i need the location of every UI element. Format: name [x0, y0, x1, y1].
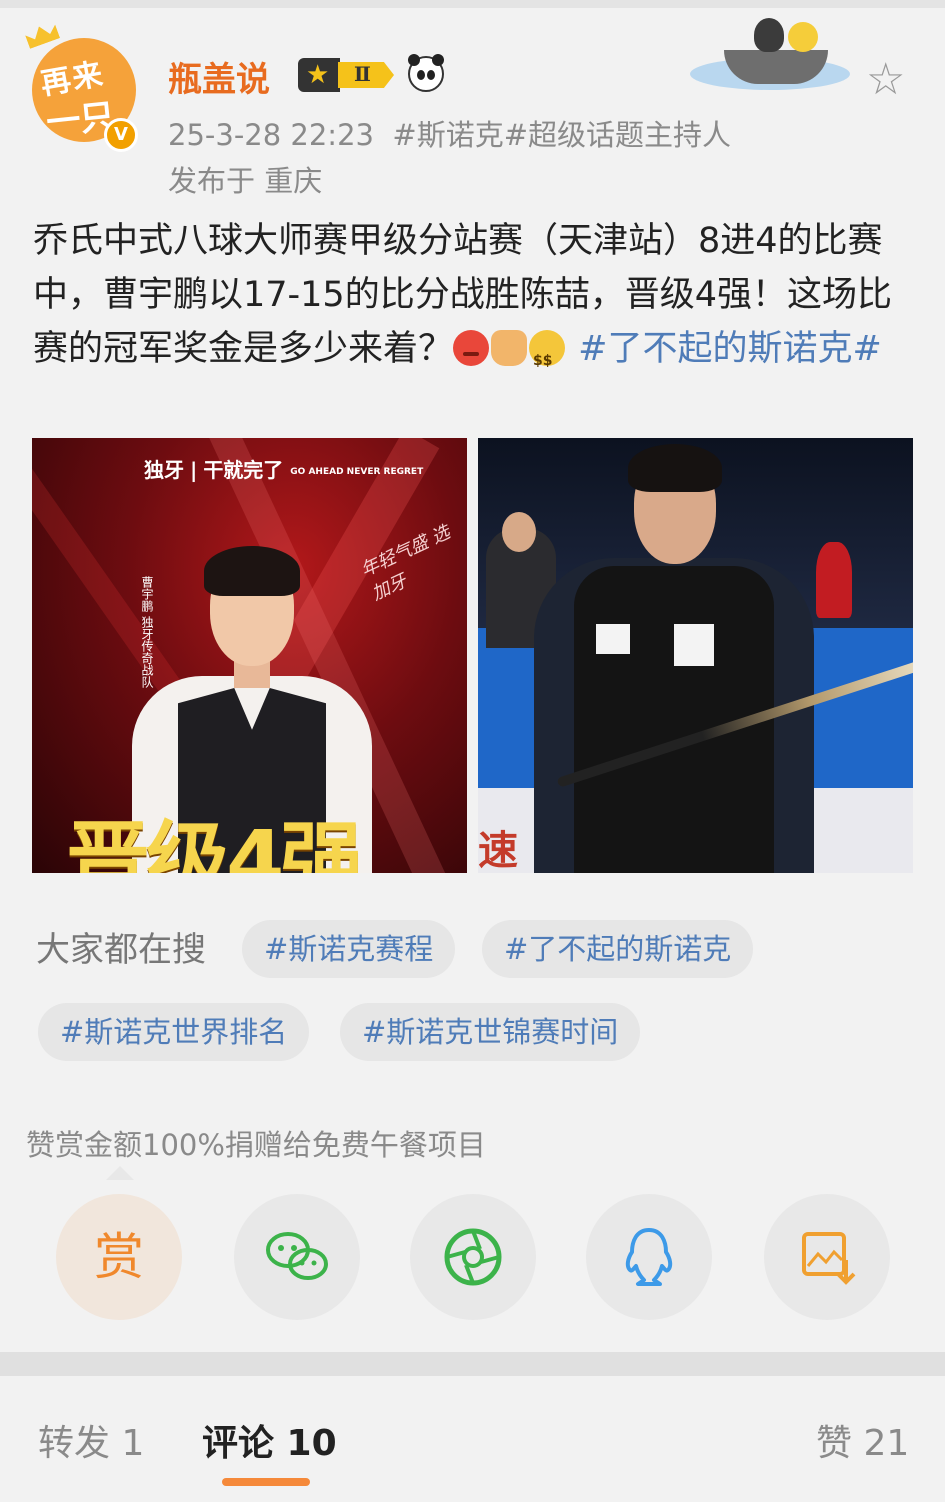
- tab-comment[interactable]: 评论 10: [202, 1414, 337, 1466]
- poster-brand: 独牙 | 干就完了 GO AHEAD NEVER REGRET: [144, 458, 424, 482]
- active-tab-indicator: [222, 1478, 310, 1486]
- qq-icon: [625, 1228, 673, 1286]
- trending-search-label: 大家都在搜: [36, 930, 206, 970]
- crown-icon: [24, 21, 60, 49]
- reward-button[interactable]: 赏: [56, 1194, 182, 1320]
- angry-icon: [453, 330, 490, 366]
- panda-icon[interactable]: [408, 54, 444, 92]
- tab-repost[interactable]: 转发 1: [38, 1414, 144, 1466]
- hashtag-link[interactable]: #了不起的斯诺克#: [578, 329, 882, 369]
- save-image-button[interactable]: [764, 1194, 890, 1320]
- post-image-photo[interactable]: 速: [478, 438, 913, 873]
- poster-headline: 晋级4强: [66, 812, 364, 873]
- share-moments-button[interactable]: [410, 1194, 536, 1320]
- timestamp: 25-3-28 22:23: [168, 118, 374, 152]
- save-image-icon: [802, 1232, 856, 1285]
- pointer-triangle: [106, 1166, 134, 1180]
- boat-sticker-icon: [690, 18, 850, 98]
- post-image-poster[interactable]: 独牙 | 干就完了 GO AHEAD NEVER REGRET 曹宇鹏 独牙传奇战队…: [32, 438, 467, 873]
- wechat-icon: [266, 1232, 328, 1280]
- location: 发布于 重庆: [168, 164, 323, 198]
- favorite-star-icon[interactable]: ☆: [866, 58, 905, 102]
- trending-chip[interactable]: #斯诺克赛程: [242, 920, 456, 978]
- trending-chip[interactable]: #斯诺克世界排名: [38, 1003, 310, 1061]
- tab-like[interactable]: 赞 21: [816, 1414, 909, 1466]
- money-face-icon: [529, 330, 566, 388]
- post-body: 乔氏中式八球大师赛甲级分站赛（天津站）8进4的比赛中，曹宇鹏以17-15的比分战…: [33, 214, 913, 388]
- super-topic-link[interactable]: #斯诺克#超级话题主持人: [392, 118, 731, 152]
- post-card: 再来 一只 V 瓶盖说 ★ Ⅱ 25-3-28 22:23 #斯诺克#超级话题主…: [0, 0, 945, 1352]
- level-badge-icon[interactable]: ★ Ⅱ: [298, 58, 396, 92]
- post-meta: 25-3-28 22:23 #斯诺克#超级话题主持人: [168, 112, 731, 154]
- moments-icon: [444, 1228, 502, 1286]
- trending-chip[interactable]: #了不起的斯诺克: [482, 920, 754, 978]
- photo-banner-text: 速: [478, 828, 518, 873]
- action-tabs: 转发 1 评论 10 赞 21: [0, 1376, 945, 1502]
- thumbs-up-icon: [491, 330, 528, 366]
- donate-note: 赞赏金额100%捐赠给免费午餐项目: [26, 1128, 486, 1162]
- top-divider: [0, 0, 945, 8]
- username[interactable]: 瓶盖说: [168, 52, 270, 101]
- trending-chip[interactable]: #斯诺克世锦赛时间: [340, 1003, 641, 1061]
- share-qq-button[interactable]: [586, 1194, 712, 1320]
- reward-icon: 赏: [94, 1228, 144, 1286]
- verified-badge-icon: V: [104, 118, 138, 152]
- level-badge-text: Ⅱ: [354, 62, 371, 86]
- share-wechat-button[interactable]: [234, 1194, 360, 1320]
